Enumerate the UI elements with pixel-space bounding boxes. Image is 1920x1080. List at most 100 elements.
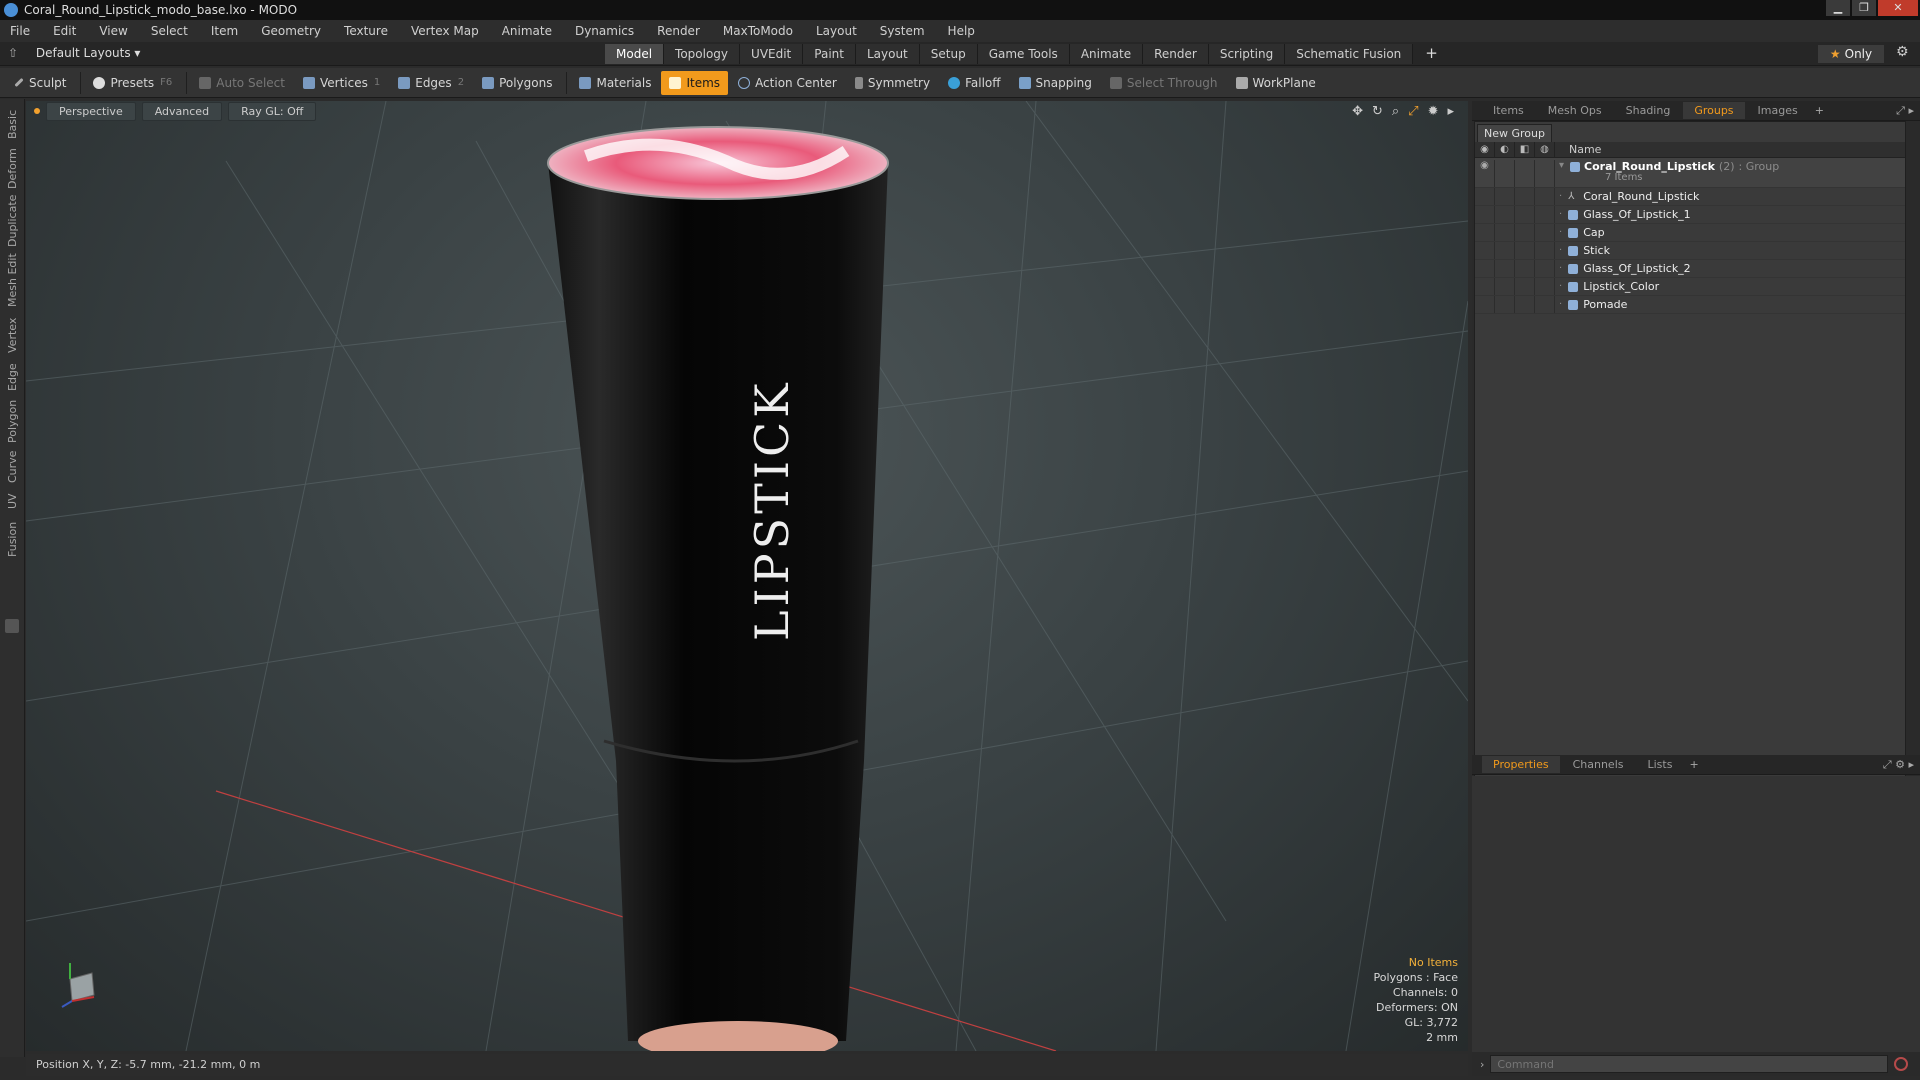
sculpt-button[interactable]: Sculpt (6, 71, 74, 95)
panel-expand-icon[interactable]: ⤢ ▸ (1896, 104, 1914, 118)
tab-images[interactable]: Images (1747, 102, 1809, 119)
auto-select-button[interactable]: Auto Select (191, 71, 293, 95)
polygons-button[interactable]: Polygons (474, 71, 560, 95)
tab-lists[interactable]: Lists (1637, 756, 1684, 773)
rotate-view-icon[interactable]: ↻ (1372, 104, 1383, 119)
presets-button[interactable]: Presets F6 (85, 71, 180, 95)
view-expand-icon[interactable]: ▸ (1447, 104, 1454, 119)
workplane-button[interactable]: WorkPlane (1228, 71, 1324, 95)
list-item[interactable]: · Stick (1475, 242, 1905, 260)
view-mode-button[interactable]: Perspective (46, 101, 136, 121)
add-tab-button[interactable]: + (1425, 44, 1438, 64)
tab-scripting[interactable]: Scripting (1208, 44, 1286, 64)
menu-select[interactable]: Select (151, 24, 188, 38)
vtab-mesh-edit[interactable]: Mesh Edit (0, 251, 25, 307)
tab-items[interactable]: Items (1482, 102, 1535, 119)
snapping-button[interactable]: Snapping (1011, 71, 1100, 95)
vtab-polygon[interactable]: Polygon (0, 395, 25, 443)
list-item[interactable]: · Glass_Of_Lipstick_1 (1475, 206, 1905, 224)
tab-animate[interactable]: Animate (1069, 44, 1144, 64)
tab-setup[interactable]: Setup (919, 44, 978, 64)
tab-schematic-fusion[interactable]: Schematic Fusion (1285, 44, 1414, 64)
close-button[interactable]: ✕ (1878, 0, 1918, 16)
menu-animate[interactable]: Animate (502, 24, 552, 38)
tab-topology[interactable]: Topology (664, 44, 741, 64)
vtab-edge[interactable]: Edge (0, 355, 25, 391)
item-label: Pomade (1583, 298, 1628, 311)
list-item[interactable]: · Lipstick_Color (1475, 278, 1905, 296)
menu-texture[interactable]: Texture (344, 24, 388, 38)
maximize-view-icon[interactable]: ⤢ (1408, 104, 1418, 119)
maximize-button[interactable]: ❐ (1852, 0, 1876, 16)
group-row[interactable]: ◉ ▾ Coral_Round_Lipstick (2): Group 7 Ite… (1475, 158, 1905, 188)
gear-icon[interactable]: ⚙ (1896, 44, 1909, 60)
tab-groups[interactable]: Groups (1683, 102, 1745, 119)
command-stop-icon[interactable] (1894, 1057, 1909, 1071)
menu-vertex-map[interactable]: Vertex Map (411, 24, 479, 38)
group-expand-icon[interactable]: ▾ (1559, 160, 1564, 171)
tab-properties[interactable]: Properties (1482, 756, 1560, 773)
shading-mode-button[interactable]: Advanced (141, 101, 223, 121)
layout-selector[interactable]: Default Layouts ▾ (36, 46, 141, 60)
list-item[interactable]: · Cap (1475, 224, 1905, 242)
visibility-col-icon[interactable]: ◉ (1475, 141, 1495, 158)
list-item[interactable]: · Pomade (1475, 296, 1905, 314)
vtab-deform[interactable]: Deform (0, 147, 25, 193)
command-input[interactable] (1490, 1055, 1889, 1073)
tab-model[interactable]: Model (605, 44, 665, 64)
list-item[interactable]: · ⅄ Coral_Round_Lipstick (1475, 188, 1905, 206)
new-group-button[interactable]: New Group (1477, 124, 1552, 143)
raygl-button[interactable]: Ray GL: Off (228, 101, 317, 121)
items-button[interactable]: Items (661, 70, 729, 95)
tab-game-tools[interactable]: Game Tools (977, 44, 1070, 64)
select-through-button[interactable]: Select Through (1102, 71, 1226, 95)
list-item[interactable]: · Glass_Of_Lipstick_2 (1475, 260, 1905, 278)
add-panel-tab-button[interactable]: + (1815, 104, 1824, 117)
action-center-button[interactable]: Action Center (730, 71, 845, 95)
menu-edit[interactable]: Edit (53, 24, 76, 38)
materials-button[interactable]: Materials (571, 71, 659, 95)
select-col-icon[interactable]: ◍ (1535, 141, 1555, 158)
symmetry-button[interactable]: Symmetry (847, 71, 938, 95)
vtab-duplicate[interactable]: Duplicate (0, 195, 25, 247)
vertices-button[interactable]: Vertices 1 (295, 71, 388, 95)
tab-shading[interactable]: Shading (1615, 102, 1682, 119)
vtab-basic[interactable]: Basic (0, 105, 25, 145)
panel-toggle-icon[interactable] (5, 619, 19, 633)
minimize-button[interactable]: ▁ (1826, 0, 1850, 16)
lock-col-icon[interactable]: ◧ (1515, 141, 1535, 158)
tab-mesh-ops[interactable]: Mesh Ops (1537, 102, 1613, 119)
menu-help[interactable]: Help (948, 24, 975, 38)
add-bottom-tab-button[interactable]: + (1689, 758, 1698, 771)
bottom-panel-expand-icon[interactable]: ⤢ ⚙ ▸ (1883, 758, 1914, 772)
menu-layout[interactable]: Layout (816, 24, 857, 38)
menu-geometry[interactable]: Geometry (261, 24, 321, 38)
falloff-button[interactable]: Falloff (940, 71, 1008, 95)
render-col-icon[interactable]: ◐ (1495, 141, 1515, 158)
layout-up-icon[interactable]: ⇧ (8, 46, 18, 60)
edges-button[interactable]: Edges 2 (390, 71, 472, 95)
vtab-curve[interactable]: Curve (0, 445, 25, 483)
tab-paint[interactable]: Paint (803, 44, 856, 64)
3d-viewport[interactable]: LIPSTICK Perspective Advanced Ray GL: Of… (26, 101, 1468, 1051)
zoom-view-icon[interactable]: ⌕ (1392, 104, 1399, 119)
tab-uvedit[interactable]: UVEdit (740, 44, 804, 64)
tab-layout[interactable]: Layout (855, 44, 920, 64)
viewport-menu-dot[interactable] (34, 108, 40, 114)
group-visibility-icon[interactable]: ◉ (1475, 160, 1495, 187)
menu-maxtomodo[interactable]: MaxToModo (723, 24, 793, 38)
menu-item[interactable]: Item (211, 24, 238, 38)
tab-channels[interactable]: Channels (1562, 756, 1635, 773)
view-settings-icon[interactable]: ✹ (1428, 104, 1439, 119)
vtab-uv[interactable]: UV (0, 487, 25, 511)
menu-dynamics[interactable]: Dynamics (575, 24, 634, 38)
only-toggle[interactable]: ★ Only (1818, 45, 1884, 63)
menu-render[interactable]: Render (657, 24, 700, 38)
menu-view[interactable]: View (99, 24, 127, 38)
vtab-fusion[interactable]: Fusion (0, 517, 25, 557)
menu-system[interactable]: System (880, 24, 925, 38)
tab-render[interactable]: Render (1143, 44, 1209, 64)
menu-file[interactable]: File (10, 24, 30, 38)
vtab-vertex[interactable]: Vertex (0, 311, 25, 353)
move-view-icon[interactable]: ✥ (1352, 104, 1363, 119)
